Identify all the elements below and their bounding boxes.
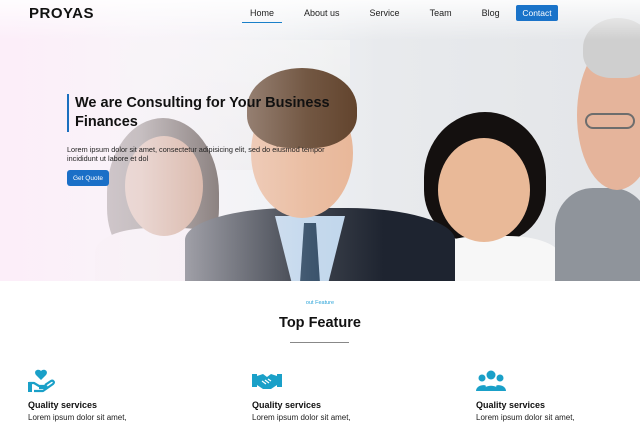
feature-title: Top Feature (279, 315, 361, 331)
hero-text: We are Consulting for Your Business Fina… (67, 94, 337, 186)
contact-button[interactable]: Contact (516, 5, 558, 21)
get-quote-button[interactable]: Get Quote (67, 170, 109, 186)
feature-card-title: Quality services (252, 400, 322, 410)
feature-card-desc: Lorem ipsum dolor sit amet, (476, 413, 575, 422)
hero-description: Lorem ipsum dolor sit amet, consectetur … (67, 145, 325, 163)
feature-card-title: Quality services (476, 400, 546, 410)
users-group-icon (476, 369, 506, 393)
feature-card: Quality services Lorem ipsum dolor sit a… (476, 369, 626, 422)
main-nav: Home About us Service Team Blog (242, 8, 522, 23)
nav-home[interactable]: Home (242, 8, 283, 23)
hero-title: We are Consulting for Your Business Fina… (67, 94, 337, 132)
nav-service[interactable]: Service (362, 8, 408, 23)
feature-card-desc: Lorem ipsum dolor sit amet, (252, 413, 351, 422)
handshake-icon (252, 369, 282, 393)
feature-kicker: out Feature (305, 300, 335, 306)
nav-team[interactable]: Team (422, 8, 460, 23)
feature-divider (290, 342, 349, 343)
feature-card: Quality services Lorem ipsum dolor sit a… (252, 369, 402, 422)
logo[interactable]: PROYAS (29, 5, 94, 22)
nav-about-us[interactable]: About us (296, 8, 348, 23)
feature-card: Quality services Lorem ipsum dolor sit a… (28, 369, 178, 422)
hand-heart-icon (28, 369, 56, 393)
feature-card-title: Quality services (28, 400, 98, 410)
feature-card-desc: Lorem ipsum dolor sit amet, (28, 413, 127, 422)
nav-blog[interactable]: Blog (474, 8, 508, 23)
